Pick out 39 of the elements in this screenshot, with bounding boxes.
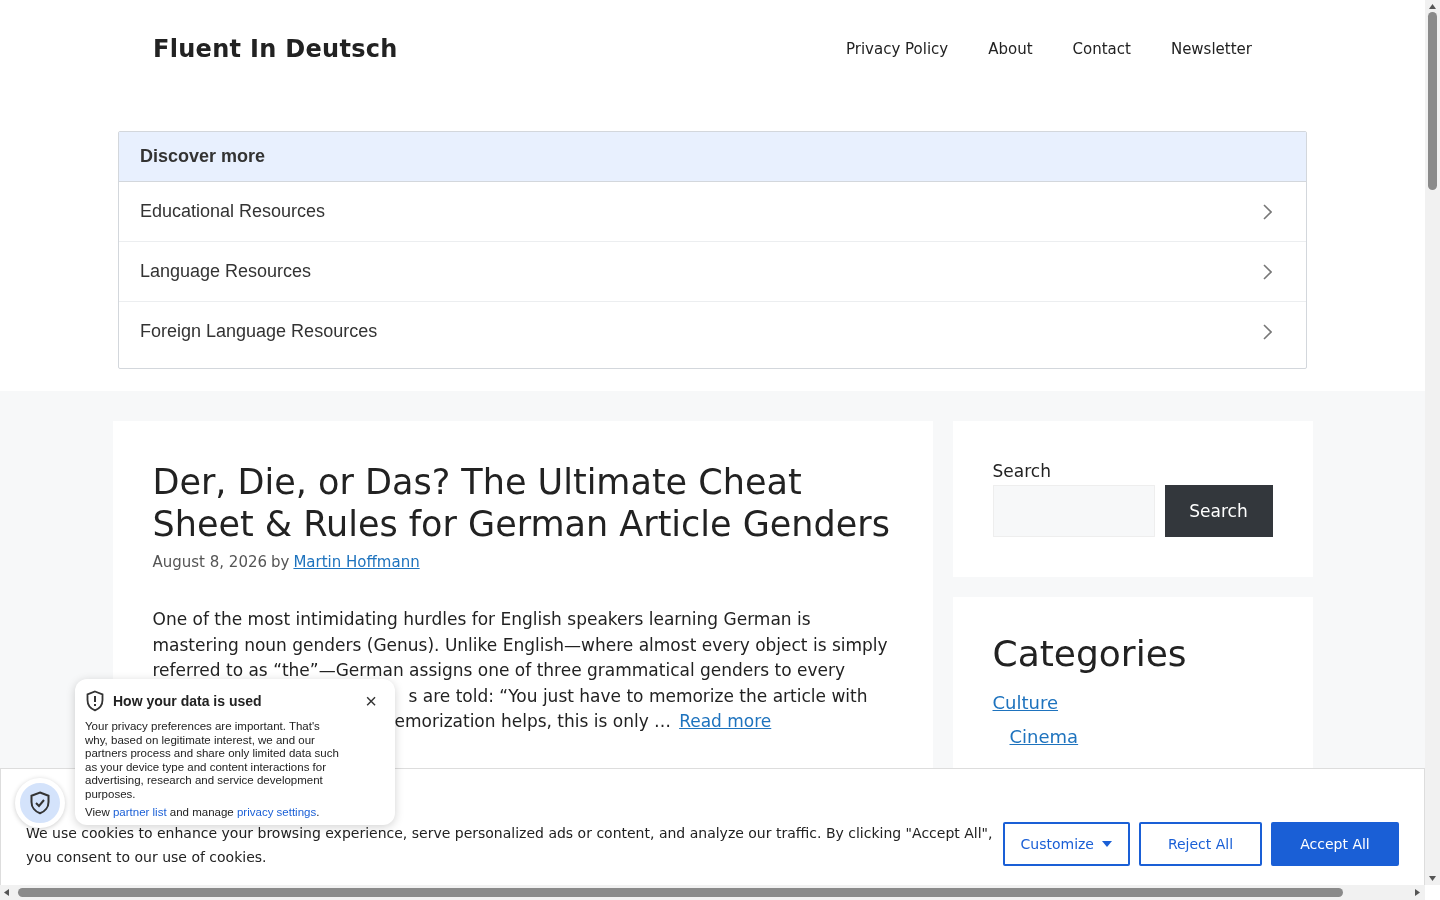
read-more-link[interactable]: Read more [679, 711, 772, 731]
cookie-button[interactable]: Customize [1002, 822, 1130, 866]
popup-text: Your privacy preferences are important. That's why, based on legitimate interest, we and our partners process and share only limited data such as your device type and content interactions for advertising, research and service development purposes. [85, 720, 340, 801]
discover-heading: Discover more [119, 132, 1306, 182]
nav-link[interactable]: Newsletter [1170, 40, 1252, 58]
byline-text: by [271, 553, 290, 571]
category-link[interactable]: Culture [992, 692, 1059, 713]
chevron-right-icon [1262, 263, 1272, 280]
close-button[interactable]: × [359, 693, 383, 709]
excerpt-text: One of the most intimidating hurdles for English speakers learning German is [152, 609, 811, 629]
nav-link[interactable]: Privacy Policy [845, 40, 949, 58]
nav-link[interactable]: Contact [1072, 40, 1131, 58]
cookie-text: We use cookies to enhance your browsing experience, serve personalized ads or content, and analyze our traffic. By clicking "Accept All", you consent to our use of cookies. [26, 824, 994, 867]
discover-item[interactable]: Language Resources [119, 242, 1306, 302]
categories-heading: Categories [992, 633, 1188, 674]
popup-link[interactable]: partner list [112, 806, 167, 818]
article-title[interactable]: Der, Die, or Das? The Ultimate Cheat Sheet & Rules for German Article Genders [152, 461, 893, 545]
discover-item[interactable]: Educational Resources [119, 182, 1306, 242]
site-title[interactable]: Fluent In Deutsch [153, 35, 398, 63]
shield-check-icon [29, 791, 51, 815]
cookie-button[interactable]: Reject All [1139, 822, 1262, 866]
discover-item[interactable]: Foreign Language Resources [119, 302, 1306, 361]
chevron-right-icon [1262, 323, 1272, 340]
post-date: August 8, 2026 [152, 553, 267, 571]
nav-link[interactable]: About [988, 40, 1033, 58]
caret-icon [1102, 841, 1112, 847]
excerpt-text: mastering noun genders (Genus). Unlike English—where almost every object is simply [152, 634, 888, 655]
author-link[interactable]: Martin Hoffmann [293, 553, 420, 571]
search-label: Search [992, 461, 1052, 481]
cookie-button[interactable]: Accept All [1271, 822, 1399, 866]
popup-links-text: View partner list and manage privacy settings. [85, 806, 321, 818]
popup-title: How your data is used [113, 693, 263, 709]
search-button[interactable]: Search [1164, 485, 1273, 537]
category-link[interactable]: Cinema [1009, 726, 1079, 747]
excerpt-text: s are told: “You just have to memorize the article with [408, 685, 868, 706]
chevron-right-icon [1262, 203, 1272, 220]
excerpt-text: referred to as “the”—German assigns one of three grammatical genders to every [152, 660, 846, 680]
shield-alert-icon [85, 690, 105, 712]
excerpt-text: emorization helps, this is only … [394, 711, 672, 731]
